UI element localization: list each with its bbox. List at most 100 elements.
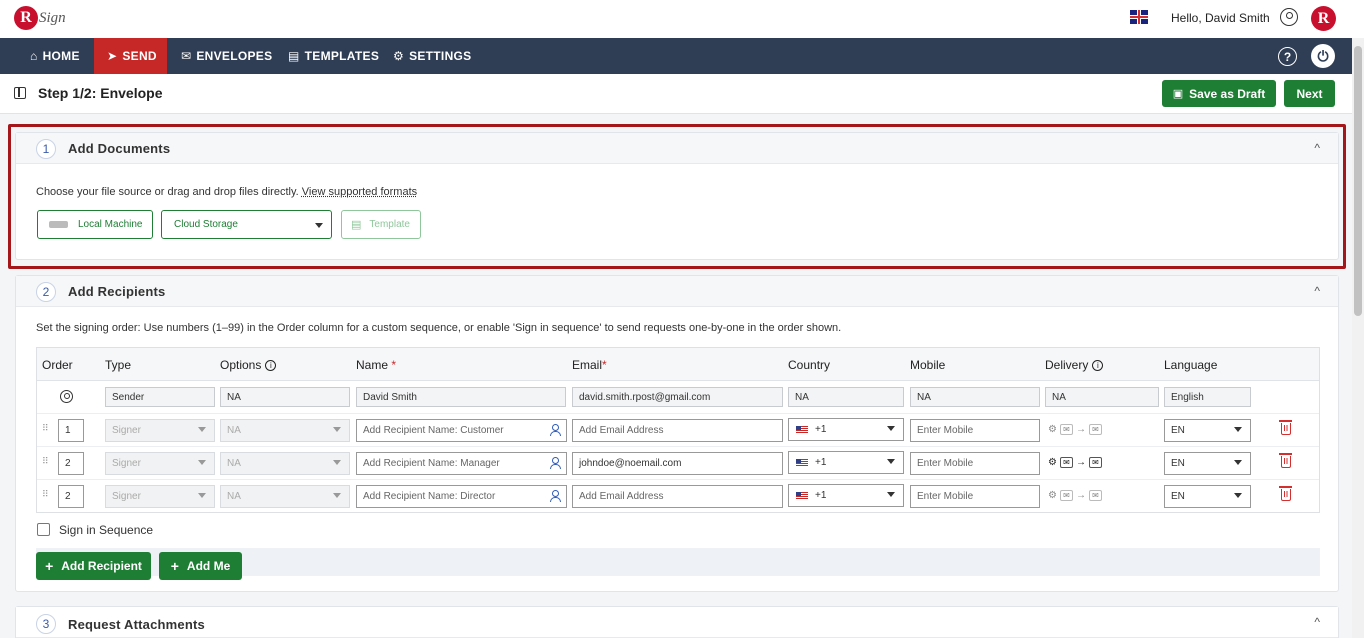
language-select[interactable]: EN	[1164, 419, 1251, 442]
save-as-draft-button[interactable]: ▣ Save as Draft	[1162, 80, 1276, 107]
info-icon[interactable]: i	[265, 360, 277, 372]
country-code-select[interactable]: +1	[788, 418, 904, 441]
nav-envelopes[interactable]: ✉ ENVELOPES	[181, 38, 272, 74]
country-code-select[interactable]: +1	[788, 484, 904, 507]
step-number-2: 2	[36, 282, 56, 302]
drag-handle-icon[interactable]: ⠿	[42, 490, 49, 499]
table-row: ⠿ 1 Signer NA Add Recipient Name: Custom…	[37, 414, 1319, 447]
envelope-icon: ✉	[181, 49, 192, 63]
col-options: Options i	[220, 358, 277, 372]
chevron-up-icon[interactable]: ^	[1314, 615, 1320, 629]
add-recipients-title: Add Recipients	[68, 284, 166, 299]
help-icon[interactable]: ?	[1278, 47, 1297, 66]
delivery-options[interactable]: ⚙ ✉ → ✉	[1048, 424, 1105, 435]
sender-language: English	[1164, 387, 1251, 407]
col-language: Language	[1164, 358, 1218, 372]
sign-in-sequence-checkbox[interactable]	[37, 523, 50, 536]
recipients-description: Set the signing order: Use numbers (1–99…	[36, 322, 842, 334]
recipient-name-input[interactable]: Add Recipient Name: Customer	[356, 419, 567, 442]
trash-icon[interactable]	[1279, 453, 1292, 468]
chevron-down-icon	[1234, 460, 1242, 465]
power-icon[interactable]: ⏻	[1311, 44, 1335, 68]
info-icon[interactable]: i	[1092, 360, 1104, 372]
chevron-down-icon	[198, 427, 206, 432]
nav-settings[interactable]: ⚙ SETTINGS	[393, 38, 471, 74]
nav-home[interactable]: ⌂ HOME	[30, 38, 80, 74]
language-select[interactable]: EN	[1164, 452, 1251, 475]
delivery-options[interactable]: ⚙ ✉ → ✉	[1048, 490, 1105, 501]
sidebar-toggle-icon[interactable]	[14, 87, 26, 99]
recipient-name-input[interactable]: Add Recipient Name: Manager	[356, 452, 567, 475]
order-input[interactable]: 2	[58, 485, 84, 508]
mobile-input[interactable]: Enter Mobile	[910, 419, 1040, 442]
envelope-icon: ✉	[1088, 424, 1102, 435]
uk-flag-icon[interactable]	[1130, 10, 1148, 24]
contact-picker-icon[interactable]	[549, 424, 561, 436]
arrow-right-icon: →	[1075, 457, 1086, 468]
highlight-box	[8, 124, 1346, 269]
arrow-right-icon: →	[1075, 490, 1086, 501]
delivery-options[interactable]: ⚙ ✉ → ✉	[1048, 457, 1105, 468]
chevron-down-icon	[887, 492, 895, 497]
order-input[interactable]: 2	[58, 452, 84, 475]
mobile-input[interactable]: Enter Mobile	[910, 485, 1040, 508]
order-input[interactable]: 1	[58, 419, 84, 442]
recipient-name-input[interactable]: Add Recipient Name: Director	[356, 485, 567, 508]
scrollbar-thumb[interactable]	[1354, 46, 1362, 316]
add-recipient-label: Add Recipient	[61, 559, 142, 573]
drag-handle-icon[interactable]: ⠿	[42, 424, 49, 433]
sender-user-icon	[60, 390, 73, 403]
trash-icon[interactable]	[1279, 420, 1292, 435]
options-select[interactable]: NA	[220, 419, 350, 442]
country-code-select[interactable]: +1	[788, 451, 904, 474]
recipient-email-input[interactable]: johndoe@noemail.com	[572, 452, 783, 475]
add-recipient-button[interactable]: + Add Recipient	[36, 552, 151, 580]
language-select[interactable]: EN	[1164, 485, 1251, 508]
chevron-down-icon	[333, 427, 341, 432]
drag-handle-icon[interactable]: ⠿	[42, 457, 49, 466]
trash-icon[interactable]	[1279, 486, 1292, 501]
plus-icon: +	[170, 558, 179, 574]
user-profile-icon[interactable]	[1280, 8, 1298, 26]
col-name: Name *	[356, 358, 397, 372]
sender-name: David Smith	[356, 387, 566, 407]
step-title: Step 1/2: Envelope	[38, 85, 163, 101]
rsign-logo[interactable]: R Sign	[14, 3, 66, 33]
table-row: ⠿ 2 Signer NA Add Recipient Name: Direct…	[37, 480, 1319, 513]
add-recipients-header[interactable]: 2 Add Recipients ^	[16, 276, 1338, 307]
type-select[interactable]: Signer	[105, 485, 215, 508]
request-attachments-title: Request Attachments	[68, 617, 205, 632]
col-mobile: Mobile	[910, 358, 946, 372]
col-email: Email*	[572, 358, 607, 372]
add-me-button[interactable]: + Add Me	[159, 552, 242, 580]
page-scrollbar[interactable]	[1352, 38, 1364, 638]
logo-r-mark: R	[14, 6, 38, 30]
chevron-down-icon	[333, 460, 341, 465]
nav-templates[interactable]: ▤ TEMPLATES	[288, 38, 379, 74]
chevron-up-icon[interactable]: ^	[1314, 284, 1320, 298]
contact-picker-icon[interactable]	[549, 490, 561, 502]
nav-settings-label: SETTINGS	[409, 49, 472, 63]
request-attachments-header[interactable]: 3 Request Attachments ^	[16, 607, 1338, 638]
recipient-email-input[interactable]: Add Email Address	[572, 419, 783, 442]
col-order: Order	[42, 358, 73, 372]
next-button[interactable]: Next	[1284, 80, 1335, 107]
nav-send[interactable]: ➤ SEND	[94, 38, 167, 74]
sender-email: david.smith.rpost@gmail.com	[572, 387, 783, 407]
sender-delivery: NA	[1045, 387, 1159, 407]
recipient-email-input[interactable]: Add Email Address	[572, 485, 783, 508]
arrow-right-icon: →	[1075, 424, 1086, 435]
request-attachments-card: 3 Request Attachments ^	[15, 606, 1339, 638]
table-row: ⠿ 2 Signer NA Add Recipient Name: Manage…	[37, 447, 1319, 480]
plus-icon: +	[45, 558, 54, 574]
mobile-input[interactable]: Enter Mobile	[910, 452, 1040, 475]
type-select[interactable]: Signer	[105, 419, 215, 442]
chevron-down-icon	[1234, 493, 1242, 498]
contact-picker-icon[interactable]	[549, 457, 561, 469]
us-flag-icon	[796, 492, 808, 500]
options-select[interactable]: NA	[220, 485, 350, 508]
envelope-icon: ✉	[1088, 490, 1102, 501]
type-select[interactable]: Signer	[105, 452, 215, 475]
save-icon: ▣	[1172, 88, 1184, 100]
options-select[interactable]: NA	[220, 452, 350, 475]
